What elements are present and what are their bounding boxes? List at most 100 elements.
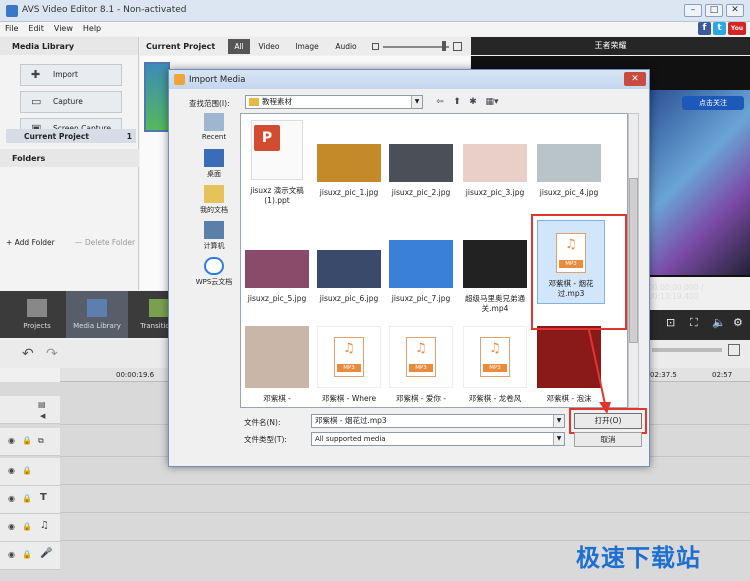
up-folder-icon[interactable]: ⬆ (450, 95, 464, 109)
filename-value: 邓紫棋 - 烟花过.mp3 (315, 416, 387, 425)
file-item[interactable]: 超级马里奥兄弟通关.mp4 (461, 240, 529, 314)
look-in-select[interactable]: 教程素材 ▼ (245, 95, 423, 109)
lock-icon[interactable]: 🔒 (22, 522, 32, 531)
place-wps-cloud[interactable]: WPS云文档 (193, 257, 235, 287)
youtube-icon[interactable]: You (728, 22, 746, 35)
scrollbar-thumb[interactable] (629, 178, 638, 343)
place-desktop[interactable]: 桌面 (193, 149, 235, 179)
import-button[interactable]: ✚ Import (20, 64, 122, 86)
menu-file[interactable]: File (0, 22, 23, 35)
file-item[interactable]: ♫ MP3 邓紫棋 - 龙卷风 (461, 326, 529, 404)
documents-icon (204, 185, 224, 203)
file-name: 邓紫棋 - Where (321, 394, 377, 403)
eye-icon[interactable]: ◉ (8, 550, 15, 559)
clapper-icon (27, 299, 47, 317)
chevron-down-icon[interactable]: ▼ (553, 415, 564, 427)
file-item[interactable]: ♫ MP3 邓紫棋 - Where (315, 326, 383, 404)
cancel-button[interactable]: 取消 (574, 432, 642, 447)
chevron-down-icon[interactable]: ▼ (553, 433, 564, 445)
camera-icon: ▭ (31, 95, 42, 108)
ppt-icon: P (251, 120, 303, 180)
maximize-button[interactable]: □ (705, 4, 723, 17)
snapshot-icon[interactable]: ⊡ (666, 316, 675, 329)
filename-input[interactable]: 邓紫棋 - 烟花过.mp3 ▼ (311, 414, 565, 428)
back-icon[interactable]: ⇦ (433, 95, 447, 109)
video-frame: 点击关注 (640, 90, 750, 275)
track-divider (60, 484, 750, 485)
zoom-slider[interactable] (383, 46, 449, 48)
redo-icon[interactable]: ↷ (46, 346, 58, 362)
facebook-icon[interactable]: f (698, 22, 711, 35)
mp3-icon: ♫ MP3 (406, 337, 436, 377)
chevron-down-icon[interactable]: ▼ (411, 96, 422, 108)
place-computer[interactable]: 计算机 (193, 221, 235, 251)
lock-icon[interactable]: 🔒 (22, 550, 32, 559)
file-item[interactable]: Pjisuxz 演示文稿(1).ppt (243, 120, 311, 206)
file-name: jisuxz_pic_3.jpg (465, 188, 525, 197)
lock-icon[interactable]: 🔒 (22, 466, 32, 475)
small-view-icon[interactable] (372, 43, 379, 50)
projects-button[interactable]: Projects (6, 291, 68, 338)
eye-icon[interactable]: ◉ (8, 466, 15, 475)
file-item[interactable]: jisuxz_pic_7.jpg (387, 240, 455, 304)
large-view-icon[interactable] (453, 42, 462, 51)
fullscreen-icon[interactable]: ⛶ (690, 316, 698, 330)
close-button[interactable]: ✕ (726, 4, 744, 17)
media-library-button[interactable]: Media Library (66, 291, 128, 338)
desktop-icon (204, 149, 224, 167)
file-item[interactable]: jisuxz_pic_5.jpg (243, 250, 311, 304)
time-readout: 00:00:00.000 / 00:13:19.400 (648, 283, 704, 301)
add-folder-button[interactable]: + Add Folder (6, 238, 55, 247)
lock-icon[interactable]: 🔒 (22, 436, 32, 445)
file-item[interactable]: jisuxz_pic_4.jpg (535, 144, 603, 198)
tab-video[interactable]: Video (256, 39, 282, 54)
media-thumbnail[interactable] (144, 62, 170, 132)
file-item[interactable]: jisuxz_pic_2.jpg (387, 144, 455, 198)
filetype-select[interactable]: All supported media ▼ (311, 432, 565, 446)
file-name: 邓紫棋 - (263, 394, 291, 403)
app-icon (6, 5, 18, 17)
image-thumbnail (317, 250, 381, 288)
tab-all[interactable]: All (228, 39, 250, 54)
place-recent[interactable]: Recent (193, 113, 235, 141)
lock-icon[interactable]: 🔒 (22, 494, 32, 503)
eye-icon[interactable]: ◉ (8, 522, 15, 531)
mp3-icon: ♫ MP3 (334, 337, 364, 377)
dialog-close-button[interactable]: ✕ (624, 72, 646, 86)
text-track-header: ◉ 🔒 T (0, 486, 60, 514)
twitter-icon[interactable]: t (713, 22, 726, 35)
eye-icon[interactable]: ◉ (8, 494, 15, 503)
volume-icon[interactable]: 🔈 (712, 316, 726, 329)
transitions-icon (149, 299, 169, 317)
file-item[interactable]: jisuxz_pic_1.jpg (315, 144, 383, 198)
folders-title: Folders (0, 149, 139, 167)
file-item[interactable]: jisuxz_pic_3.jpg (461, 144, 529, 198)
settings-icon[interactable]: ⚙ (733, 316, 743, 329)
file-item[interactable]: jisuxz_pic_6.jpg (315, 250, 383, 304)
timeline-zoom-slider[interactable] (652, 348, 722, 352)
mp3-thumbnail: ♫ MP3 (389, 326, 453, 388)
highlight-selected-file (531, 214, 627, 330)
tab-image[interactable]: Image (292, 39, 322, 54)
menu-help[interactable]: Help (78, 22, 106, 35)
place-documents[interactable]: 我的文档 (193, 185, 235, 215)
file-item[interactable]: ♫ MP3 邓紫棋 - 爱你 - (387, 326, 455, 404)
open-button[interactable]: 打开(O) (574, 413, 642, 429)
undo-icon[interactable]: ↶ (22, 346, 34, 362)
folder-current-project[interactable]: Current Project 1 (6, 129, 136, 143)
place-recent-label: Recent (201, 133, 227, 141)
menu-edit[interactable]: Edit (23, 22, 49, 35)
zoom-slider-handle[interactable] (442, 41, 446, 51)
file-item[interactable]: 邓紫棋 - (243, 326, 311, 404)
filetype-value: All supported media (315, 435, 386, 443)
timeline-zoom-in-icon[interactable] (728, 344, 740, 356)
capture-button[interactable]: ▭ Capture (20, 91, 122, 113)
eye-icon[interactable]: ◉ (8, 436, 15, 445)
ruler-time-2: 02:37.5 (650, 371, 677, 379)
new-folder-icon[interactable]: ✱ (466, 95, 480, 109)
view-menu-icon[interactable]: ▦▾ (482, 95, 502, 109)
tab-audio[interactable]: Audio (332, 39, 360, 54)
delete-folder-button[interactable]: — Delete Folder (75, 238, 135, 247)
menu-view[interactable]: View (49, 22, 78, 35)
minimize-button[interactable]: – (684, 4, 702, 17)
